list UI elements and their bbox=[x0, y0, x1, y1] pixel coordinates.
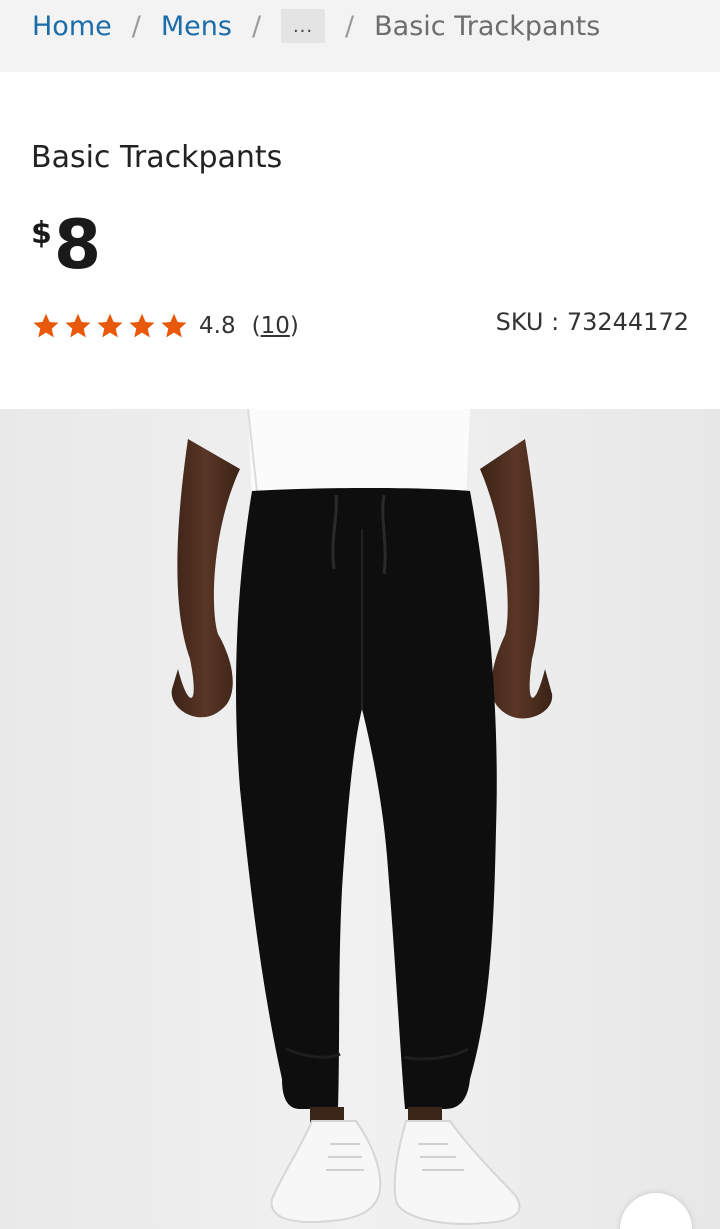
breadcrumb-separator: / bbox=[131, 10, 141, 42]
breadcrumb-current: Basic Trackpants bbox=[374, 10, 601, 42]
rating-value: 4.8 bbox=[199, 313, 236, 339]
review-count-link[interactable]: (10) bbox=[252, 313, 299, 339]
price-currency: $ bbox=[31, 216, 52, 251]
product-price: $ 8 bbox=[31, 210, 101, 282]
star-icon bbox=[31, 311, 61, 341]
product-image[interactable] bbox=[0, 409, 720, 1229]
product-title: Basic Trackpants bbox=[31, 140, 283, 175]
breadcrumb: Home / Mens / ... / Basic Trackpants bbox=[0, 0, 720, 72]
product-rating[interactable]: 4.8 (10) bbox=[31, 306, 299, 346]
price-value: 8 bbox=[53, 206, 102, 285]
breadcrumb-home-link[interactable]: Home bbox=[32, 11, 112, 42]
breadcrumb-separator: / bbox=[251, 10, 262, 42]
breadcrumb-separator: / bbox=[345, 10, 355, 42]
star-icon bbox=[159, 311, 189, 341]
breadcrumb-ellipsis-button[interactable]: ... bbox=[281, 9, 326, 43]
star-icon bbox=[63, 311, 93, 341]
breadcrumb-mens-link[interactable]: Mens bbox=[161, 11, 232, 42]
star-icon bbox=[127, 311, 157, 341]
trackpants-photo-icon bbox=[0, 409, 720, 1229]
star-icon bbox=[95, 311, 125, 341]
rating-stars bbox=[31, 311, 191, 341]
product-sku: SKU : 73244172 bbox=[495, 308, 689, 336]
